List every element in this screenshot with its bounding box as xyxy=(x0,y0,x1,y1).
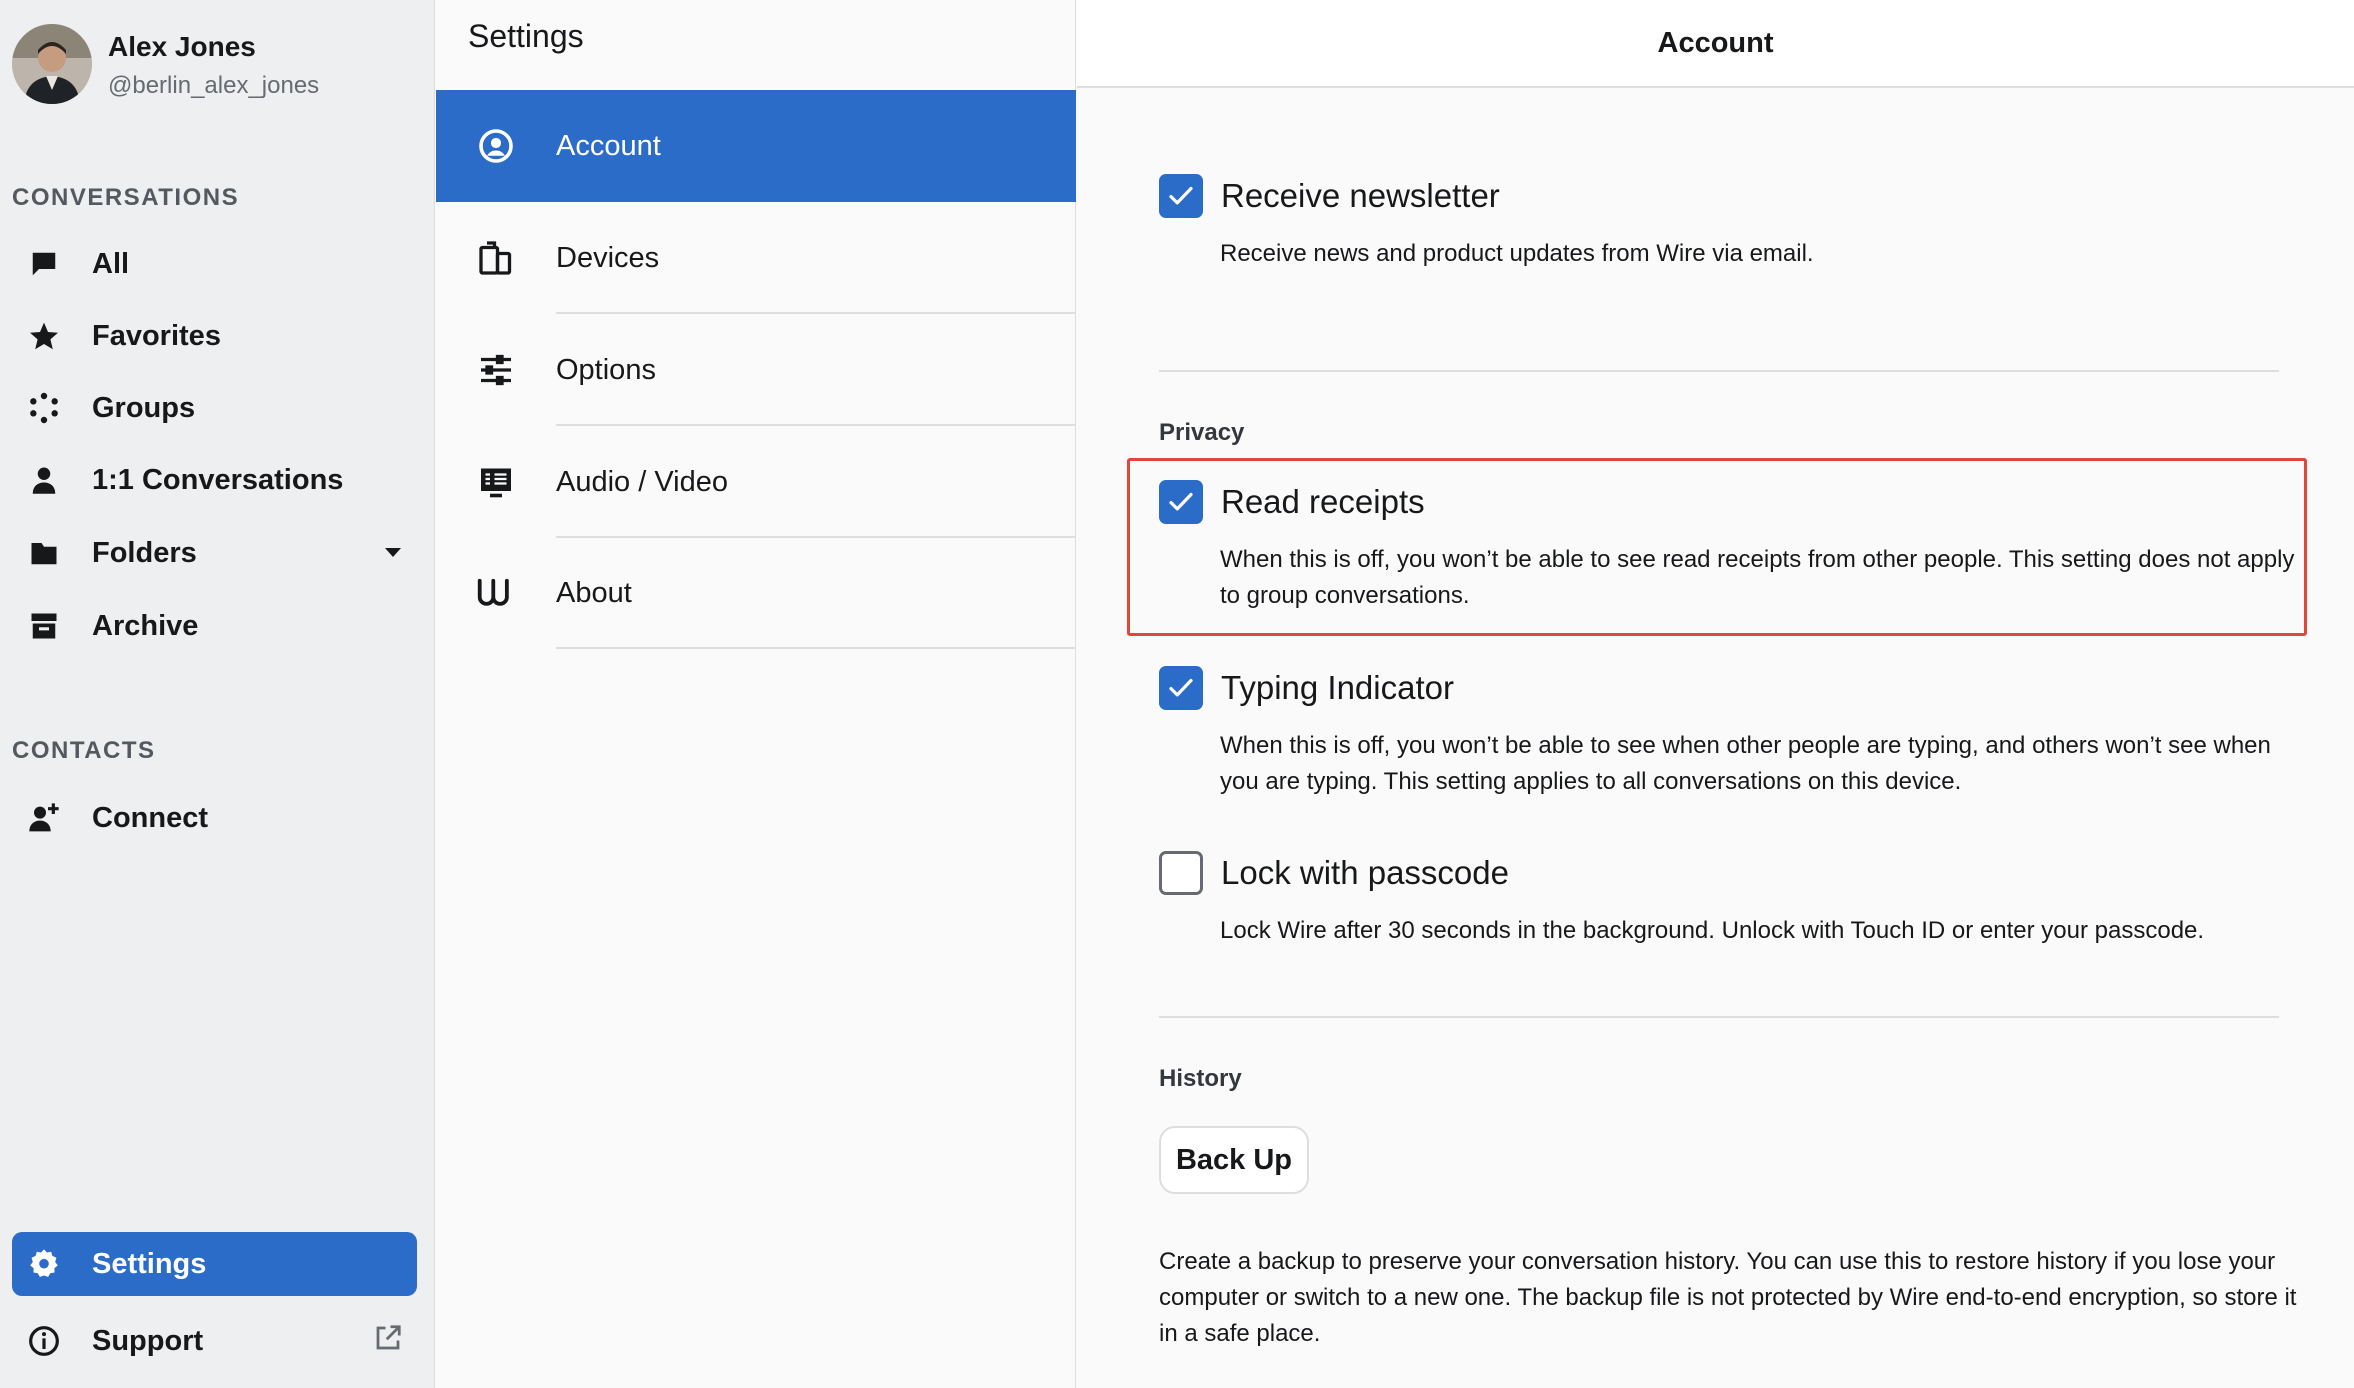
settings-item-about[interactable]: About xyxy=(436,537,1076,649)
info-icon xyxy=(26,1323,62,1359)
newsletter-title: Receive newsletter xyxy=(1221,177,1500,214)
sidebar-item-all[interactable]: All xyxy=(12,232,417,296)
settings-item-audio-video[interactable]: Audio / Video xyxy=(436,426,1076,538)
divider xyxy=(1159,370,2279,372)
sidebar-item-label: Settings xyxy=(92,1247,207,1280)
lock-passcode-checkbox[interactable] xyxy=(1159,851,1203,895)
newsletter-option: Receive newsletter Receive news and prod… xyxy=(1159,174,2339,272)
gear-icon xyxy=(26,1246,62,1282)
chat-bubble-icon xyxy=(26,246,62,282)
checkmark-icon xyxy=(1169,186,1193,205)
sidebar-item-label: Support xyxy=(92,1324,204,1357)
settings-item-label: About xyxy=(556,576,632,609)
devices-icon xyxy=(476,238,516,278)
read-receipts-description: When this is off, you won’t be able to s… xyxy=(1220,546,2295,609)
checkmark-icon xyxy=(1169,492,1193,511)
sidebar-item-favorites[interactable]: Favorites xyxy=(12,304,417,368)
sidebar-item-folders[interactable]: Folders xyxy=(12,521,417,585)
settings-item-devices[interactable]: Devices xyxy=(436,202,1076,314)
sidebar-item-label: Favorites xyxy=(92,319,221,352)
lock-passcode-title: Lock with passcode xyxy=(1221,854,1509,891)
groups-icon xyxy=(26,390,62,426)
panel-title: Account xyxy=(1657,26,1774,59)
sidebar-item-label: 1:1 Conversations xyxy=(92,463,344,496)
profile-handle: @berlin_alex_jones xyxy=(108,72,320,99)
folder-icon xyxy=(26,535,62,571)
wire-logo-icon xyxy=(476,573,516,613)
sidebar-item-archive[interactable]: Archive xyxy=(12,594,417,658)
lock-passcode-description: Lock Wire after 30 seconds in the backgr… xyxy=(1220,917,2205,944)
add-person-icon xyxy=(26,800,62,836)
read-receipts-title: Read receipts xyxy=(1221,483,1425,520)
avatar[interactable] xyxy=(12,24,92,104)
account-circle-icon xyxy=(476,126,516,166)
history-section-label: History xyxy=(1159,1065,1242,1092)
contacts-section-label: CONTACTS xyxy=(12,737,156,764)
typing-indicator-title: Typing Indicator xyxy=(1221,669,1454,706)
archive-icon xyxy=(26,608,62,644)
panel-header: Account xyxy=(1077,0,2354,88)
audio-video-icon xyxy=(476,462,516,502)
read-receipts-checkbox[interactable] xyxy=(1159,480,1203,524)
account-settings-panel: Account Receive newsletter Receive news … xyxy=(1077,0,2354,1388)
settings-item-label: Devices xyxy=(556,241,660,274)
profile-name: Alex Jones xyxy=(108,31,256,62)
sidebar-item-one-to-one[interactable]: 1:1 Conversations xyxy=(12,448,417,512)
newsletter-description: Receive news and product updates from Wi… xyxy=(1220,240,1814,267)
star-icon xyxy=(26,318,62,354)
settings-item-options[interactable]: Options xyxy=(436,314,1076,426)
settings-item-label: Audio / Video xyxy=(556,465,728,498)
sidebar-item-label: Connect xyxy=(92,801,208,834)
lock-passcode-option: Lock with passcode Lock Wire after 30 se… xyxy=(1159,851,2339,949)
divider xyxy=(556,647,1076,649)
user-profile[interactable]: Alex Jones @berlin_alex_jones xyxy=(12,24,319,104)
settings-title: Settings xyxy=(468,18,584,54)
sidebar-item-support[interactable]: Support xyxy=(12,1309,417,1373)
checkmark-icon xyxy=(1169,678,1193,697)
backup-description: Create a backup to preserve your convers… xyxy=(1159,1248,2297,1347)
person-icon xyxy=(26,462,62,498)
sliders-icon xyxy=(476,350,516,390)
typing-indicator-option: Typing Indicator When this is off, you w… xyxy=(1159,666,2339,800)
settings-item-label: Account xyxy=(556,129,661,162)
sidebar-item-label: Groups xyxy=(92,391,196,424)
settings-item-account[interactable]: Account xyxy=(436,90,1076,202)
divider xyxy=(1159,1016,2279,1018)
sidebar-item-connect[interactable]: Connect xyxy=(12,786,417,850)
chevron-down-icon[interactable] xyxy=(383,545,403,564)
newsletter-checkbox[interactable] xyxy=(1159,174,1203,218)
typing-indicator-checkbox[interactable] xyxy=(1159,666,1203,710)
sidebar-item-groups[interactable]: Groups xyxy=(12,376,417,440)
read-receipts-option: Read receipts When this is off, you won’… xyxy=(1159,480,2339,614)
external-link-icon xyxy=(373,1323,403,1358)
settings-column: Settings Account Devices Options Audio /… xyxy=(436,0,1076,1388)
conversations-section-label: CONVERSATIONS xyxy=(12,184,240,211)
sidebar-item-label: Folders xyxy=(92,536,197,569)
sidebar-item-settings[interactable]: Settings xyxy=(12,1232,417,1296)
sidebar-item-label: All xyxy=(92,247,130,280)
sidebar-item-label: Archive xyxy=(92,609,199,642)
left-sidebar: Alex Jones @berlin_alex_jones CONVERSATI… xyxy=(0,0,435,1388)
typing-indicator-description: When this is off, you won’t be able to s… xyxy=(1220,732,2271,795)
back-up-button[interactable]: Back Up xyxy=(1159,1126,1309,1194)
settings-item-label: Options xyxy=(556,353,656,386)
privacy-section-label: Privacy xyxy=(1159,419,1245,446)
